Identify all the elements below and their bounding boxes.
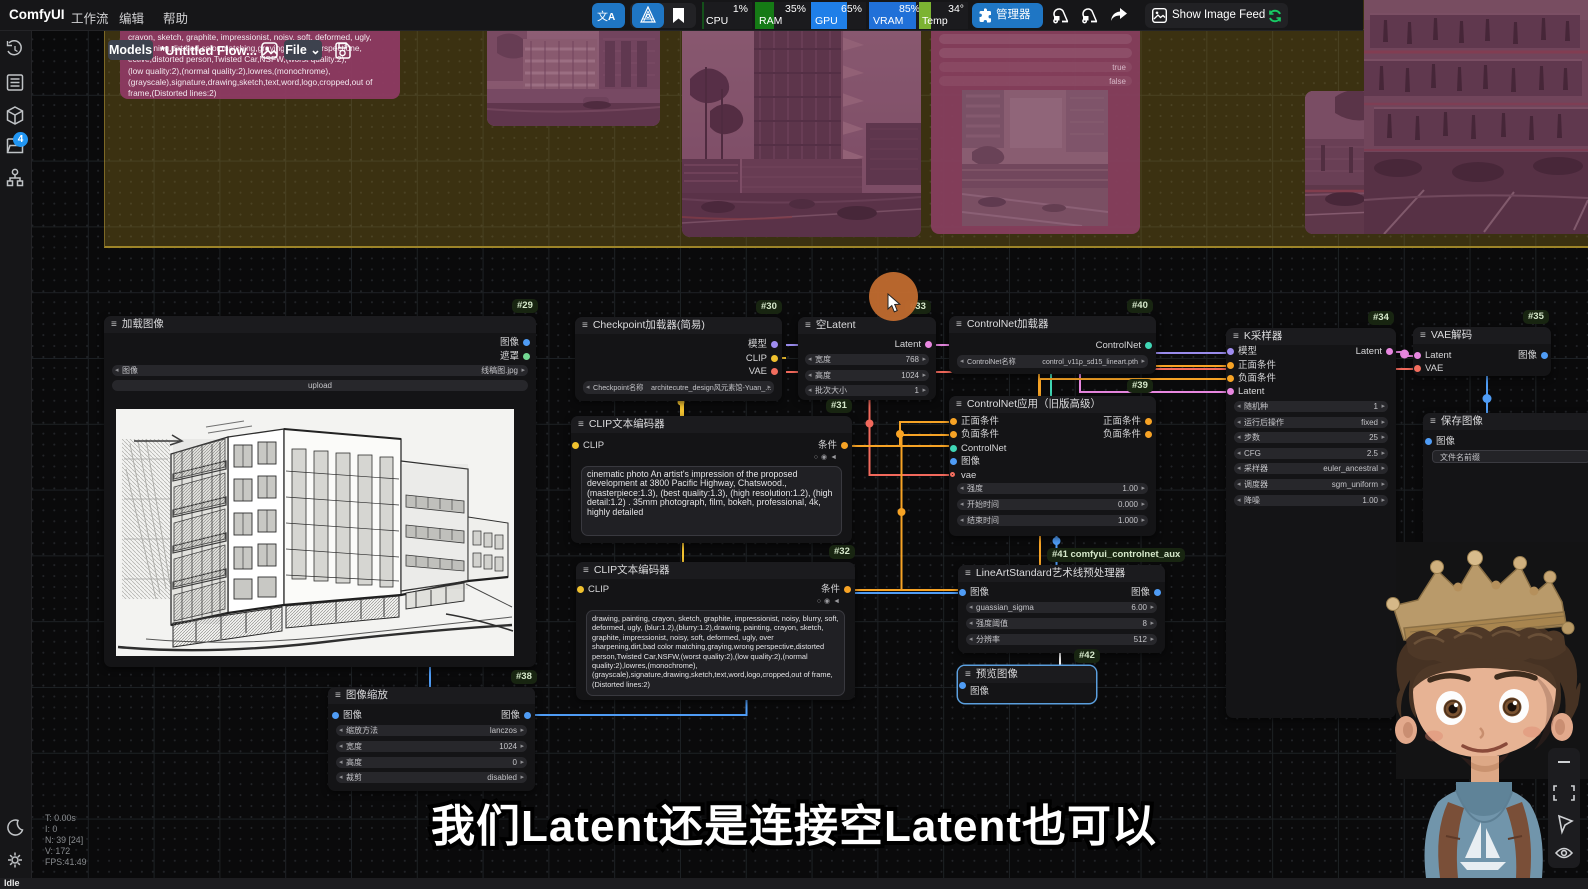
svg-text:我们Latent还是连接空Latent也可以: 我们Latent还是连接空Latent也可以 xyxy=(431,802,1157,851)
